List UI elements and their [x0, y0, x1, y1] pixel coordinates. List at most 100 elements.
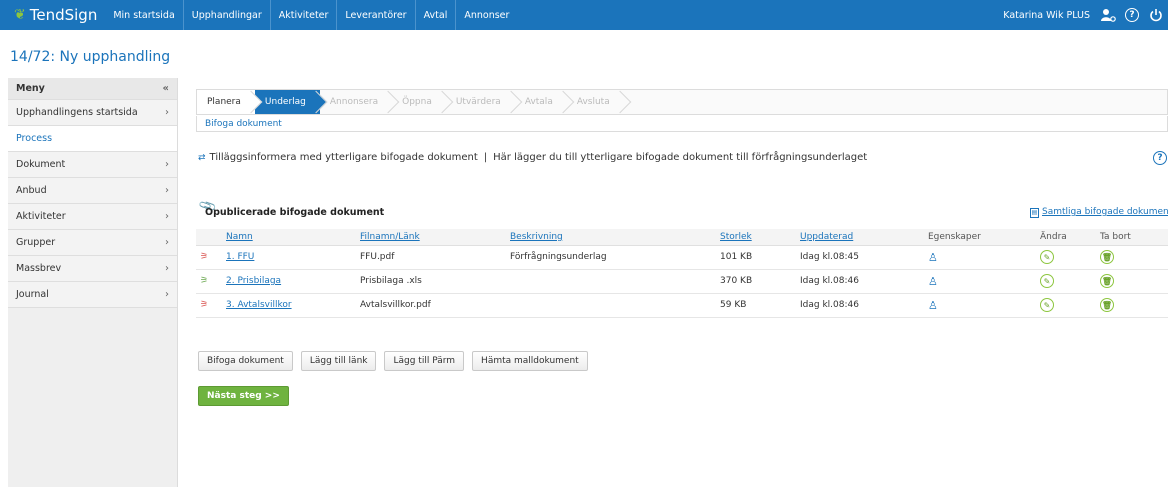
step-label: Öppna: [402, 97, 432, 107]
step-avtala: Avtala: [515, 90, 575, 114]
properties-icon[interactable]: ♙: [928, 275, 938, 288]
cell-edit: ✎: [1036, 269, 1096, 294]
nav-avtal[interactable]: Avtal: [414, 0, 456, 30]
document-link[interactable]: 2. Prisbilaga: [226, 276, 281, 286]
sidebar-item-anbud[interactable]: Anbud ›: [8, 178, 177, 204]
header-uppdaterad[interactable]: Uppdaterad: [796, 229, 924, 246]
cell-description: [506, 293, 716, 318]
user-name[interactable]: Katarina Wik PLUS: [997, 10, 1096, 21]
document-link[interactable]: 3. Avtalsvillkor: [226, 300, 292, 310]
info-separator: |: [483, 152, 488, 163]
cell-file: FFU.pdf: [356, 245, 506, 270]
sidebar-item-grupper[interactable]: Grupper ›: [8, 230, 177, 256]
collapse-icon[interactable]: «: [163, 83, 169, 94]
nav-aktiviteter[interactable]: Aktiviteter: [269, 0, 337, 30]
sidebar-item-aktiviteter[interactable]: Aktiviteter ›: [8, 204, 177, 230]
step-separator: [608, 90, 632, 114]
add-binder-button[interactable]: Lägg till Pärm: [384, 351, 465, 371]
sidebar: Meny « Upphandlingens startsida › Proces…: [8, 78, 178, 487]
cell-type: ⚞: [196, 245, 222, 270]
sidebar-item-startsida[interactable]: Upphandlingens startsida ›: [8, 100, 177, 126]
cell-edit: ✎: [1036, 293, 1096, 318]
brand-name: TendSign: [29, 6, 98, 24]
delete-icon[interactable]: 🗑: [1100, 250, 1114, 264]
info-arrow-icon: ⇄: [198, 152, 206, 163]
step-underlag[interactable]: Underlag: [254, 90, 328, 114]
process-steps: Planera Underlag Annonsera Öppna Utvärde…: [196, 89, 1168, 115]
cell-file: Prisbilaga .xls: [356, 269, 506, 294]
delete-icon[interactable]: 🗑: [1100, 298, 1114, 312]
power-icon[interactable]: [1144, 0, 1168, 30]
subtab-bifoga-dokument[interactable]: Bifoga dokument: [196, 116, 1168, 132]
nav-min-startsida[interactable]: Min startsida: [105, 0, 182, 30]
sidebar-item-label: Massbrev: [16, 263, 62, 274]
cell-type: ⚞: [196, 269, 222, 294]
sidebar-item-label: Upphandlingens startsida: [16, 107, 138, 118]
all-docs-label: Samtliga bifogade dokument: [1042, 207, 1168, 217]
table-header-row: Namn Filnamn/Länk Beskrivning Storlek Up…: [196, 229, 1168, 246]
sidebar-item-dokument[interactable]: Dokument ›: [8, 152, 177, 178]
cell-description: Förfrågningsunderlag: [506, 245, 716, 270]
document-link[interactable]: 1. FFU: [226, 252, 254, 262]
subtab-label: Bifoga dokument: [205, 119, 282, 129]
step-label: Underlag: [264, 97, 306, 107]
header-ta-bort: Ta bort: [1096, 229, 1168, 246]
edit-icon[interactable]: ✎: [1040, 274, 1054, 288]
cell-name: 2. Prisbilaga: [222, 269, 356, 294]
cell-type: ⚞: [196, 293, 222, 318]
info-title: Tilläggsinformera med ytterligare bifoga…: [209, 152, 478, 163]
brand-logo[interactable]: ❦ TendSign: [0, 0, 105, 30]
sidebar-item-label: Aktiviteter: [16, 211, 66, 222]
sidebar-item-process[interactable]: Process: [8, 126, 177, 152]
header-beskrivning[interactable]: Beskrivning: [506, 229, 716, 246]
step-label: Utvärdera: [455, 97, 501, 107]
documents-table: Namn Filnamn/Länk Beskrivning Storlek Up…: [196, 229, 1168, 318]
chevron-right-icon: ›: [165, 263, 169, 274]
cell-file: Avtalsvillkor.pdf: [356, 293, 506, 318]
header-storlek[interactable]: Storlek: [716, 229, 796, 246]
cell-size: 59 KB: [716, 293, 796, 318]
sidebar-item-journal[interactable]: Journal ›: [8, 282, 177, 308]
header-andra: Ändra: [1036, 229, 1096, 246]
step-oppna: Öppna: [392, 90, 454, 114]
add-link-button[interactable]: Lägg till länk: [300, 351, 377, 371]
page-help-icon[interactable]: ?: [1153, 151, 1167, 165]
header-filnamn[interactable]: Filnamn/Länk: [356, 229, 506, 246]
xls-icon: ⚞: [200, 276, 209, 286]
step-avsluta: Avsluta: [567, 90, 632, 114]
properties-icon[interactable]: ♙: [928, 251, 938, 264]
cell-props: ♙: [924, 245, 1036, 270]
sidebar-item-label: Process: [16, 133, 53, 144]
cell-updated: Idag kl.08:45: [796, 245, 924, 270]
properties-icon[interactable]: ♙: [928, 299, 938, 312]
cell-size: 101 KB: [716, 245, 796, 270]
cell-name: 1. FFU: [222, 245, 356, 270]
header-namn[interactable]: Namn: [222, 229, 356, 246]
info-line: ⇄ Tilläggsinformera med ytterligare bifo…: [198, 152, 867, 163]
help-icon[interactable]: ?: [1120, 0, 1144, 30]
table-row: ⚞ 1. FFU FFU.pdf Förfrågningsunderlag 10…: [196, 245, 1168, 270]
all-docs-link[interactable]: ▤ Samtliga bifogade dokument: [1030, 207, 1168, 218]
cell-description: [506, 269, 716, 294]
chevron-right-icon: ›: [165, 185, 169, 196]
delete-icon[interactable]: 🗑: [1100, 274, 1114, 288]
page-title: 14/72: Ny upphandling: [10, 49, 171, 65]
nav-annonser[interactable]: Annonser: [455, 0, 517, 30]
edit-icon[interactable]: ✎: [1040, 250, 1054, 264]
attach-document-button[interactable]: Bifoga dokument: [198, 351, 293, 371]
edit-icon[interactable]: ✎: [1040, 298, 1054, 312]
nav-upphandlingar[interactable]: Upphandlingar: [182, 0, 270, 30]
next-step-button[interactable]: Nästa steg >>: [198, 386, 289, 406]
cell-name: 3. Avtalsvillkor: [222, 293, 356, 318]
user-settings-icon[interactable]: [1096, 0, 1120, 30]
cell-size: 370 KB: [716, 269, 796, 294]
top-bar: ❦ TendSign Min startsida Upphandlingar A…: [0, 0, 1168, 30]
step-annonsera: Annonsera: [320, 90, 400, 114]
fetch-template-button[interactable]: Hämta malldokument: [472, 351, 588, 371]
step-label: Avsluta: [576, 97, 610, 107]
section-title: Opublicerade bifogade dokument: [205, 207, 385, 218]
sidebar-item-massbrev[interactable]: Massbrev ›: [8, 256, 177, 282]
step-planera[interactable]: Planera: [197, 90, 263, 114]
step-label: Planera: [207, 97, 241, 107]
nav-leverantorer[interactable]: Leverantörer: [336, 0, 414, 30]
